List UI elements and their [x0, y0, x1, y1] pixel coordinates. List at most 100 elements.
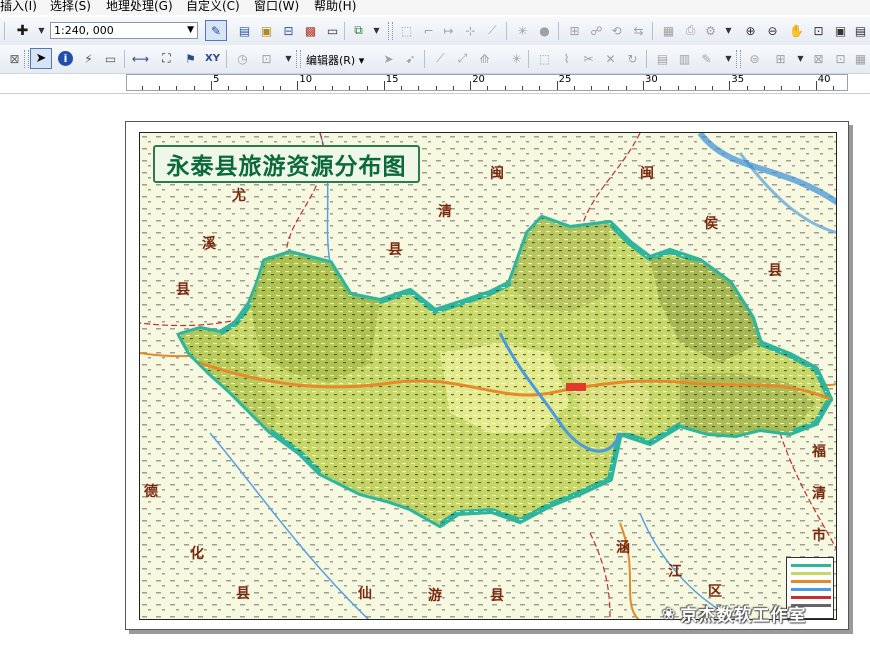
region-label: 侯: [704, 216, 718, 232]
ruler-tick: [401, 86, 403, 90]
split-tool-icon[interactable]: ✕: [602, 50, 619, 67]
chevron-down-icon[interactable]: ▼: [792, 50, 809, 67]
menu-insert[interactable]: 插入(I): [0, 0, 37, 14]
watermark-text: 京杰数软工作室: [680, 606, 807, 626]
edit-tool-icon[interactable]: ➤: [380, 50, 397, 67]
find-binoculars-icon[interactable]: ⛶: [158, 50, 175, 67]
chevron-down-icon[interactable]: ▼: [280, 50, 297, 67]
menu-help[interactable]: 帮助(H): [314, 0, 356, 14]
menu-window[interactable]: 窗口(W): [254, 0, 299, 14]
group-icon[interactable]: ▦: [852, 50, 869, 67]
rotate-tool-icon[interactable]: ↻: [624, 50, 641, 67]
move-vertex-icon[interactable]: ↦: [440, 22, 457, 39]
map-scale-combo[interactable]: 1:240, 000 ▼: [50, 22, 198, 39]
pan-page-icon[interactable]: ✋: [788, 22, 805, 39]
zoom-in-page-icon[interactable]: ⊕: [742, 22, 759, 39]
distribute-icon[interactable]: ⊡: [832, 50, 849, 67]
region-label: 县: [388, 242, 402, 258]
snap-icon[interactable]: ✳: [514, 22, 531, 39]
layout-tool-icon[interactable]: ⊞: [772, 50, 789, 67]
ruler-tick: [763, 86, 765, 90]
standard-toolbar: ✚ ▼ 1:240, 000 ▼ ✎ ▤ ▣ ⊟ ▩ ▭ ⧉ ▼ ⬚ ⌐ ↦ ⊹…: [0, 17, 870, 46]
legend-item: [791, 588, 831, 591]
ruler-label: 35: [731, 74, 745, 85]
watermark: ❀ 京杰数软工作室: [662, 601, 806, 626]
flip-icon[interactable]: ⇆: [630, 22, 647, 39]
legend-item: [791, 564, 831, 567]
split-icon[interactable]: ⊹: [462, 22, 479, 39]
ruler-tick: [487, 86, 489, 90]
chevron-down-icon[interactable]: ▼: [368, 22, 385, 39]
add-data-icon[interactable]: ✚: [14, 22, 31, 39]
search-window-icon[interactable]: ⊟: [280, 22, 297, 39]
identify-icon[interactable]: i: [58, 51, 73, 66]
clear-selection-icon[interactable]: ⊠: [6, 50, 23, 67]
point-icon[interactable]: ✳: [508, 50, 525, 67]
toolbar-handle[interactable]: [736, 50, 741, 68]
globe-icon[interactable]: ●: [536, 22, 553, 39]
map-title[interactable]: 永泰县旅游资源分布图: [153, 145, 420, 183]
goto-xy-icon[interactable]: XY: [204, 50, 221, 67]
chevron-down-icon[interactable]: ▼: [187, 23, 194, 38]
reshape-feature-icon[interactable]: ⌇: [558, 50, 575, 67]
rotate-icon[interactable]: ⟲: [608, 22, 625, 39]
chevron-down-icon[interactable]: ▼: [720, 50, 737, 67]
edit-vertices-icon[interactable]: ⬚: [536, 50, 553, 67]
menu-customize[interactable]: 自定义(C): [186, 0, 240, 14]
horizontal-ruler[interactable]: 5 10 15 20 25 30 35 40: [126, 74, 848, 91]
ruler-tick: [193, 86, 195, 90]
model-builder-icon[interactable]: ⧉: [350, 22, 367, 39]
trace-icon[interactable]: ⟰: [476, 50, 493, 67]
time-slider-icon[interactable]: ◷: [234, 50, 251, 67]
html-popup-icon[interactable]: ▭: [102, 50, 119, 67]
edit-georef-icon[interactable]: ⊜: [746, 50, 763, 67]
sketch-properties-icon[interactable]: ▥: [676, 50, 693, 67]
table-icon[interactable]: ▦: [660, 22, 677, 39]
full-page-icon[interactable]: ▤: [852, 22, 869, 39]
ruler-tick: [418, 86, 420, 90]
reshape-icon[interactable]: ⟋: [484, 22, 501, 39]
topology-icon[interactable]: ⌐: [420, 22, 437, 39]
ruler-tick: [262, 86, 264, 90]
find-route-icon[interactable]: ⚑: [182, 50, 199, 67]
table-window-icon[interactable]: ▤: [236, 22, 253, 39]
toolbar-separator: [652, 22, 653, 40]
hyperlink-icon[interactable]: ⚡: [80, 50, 97, 67]
add-data-dropdown-icon[interactable]: ▼: [33, 22, 50, 39]
select-features-icon[interactable]: ⬚: [398, 22, 415, 39]
georef-icon[interactable]: ⊞: [566, 22, 583, 39]
fixed-zoom-icon[interactable]: ⊡: [810, 22, 827, 39]
toolbar-handle[interactable]: [388, 22, 393, 40]
print-icon[interactable]: ⎙: [682, 22, 699, 39]
toolbar-separator: [528, 50, 529, 68]
ruler-tick: [297, 81, 299, 90]
zoom-100-icon[interactable]: ▣: [832, 22, 849, 39]
chevron-down-icon[interactable]: ▼: [720, 22, 737, 39]
toolbox-icon[interactable]: ▩: [302, 22, 319, 39]
catalog-icon[interactable]: ▣: [258, 22, 275, 39]
edit-annotation-icon[interactable]: ➹: [402, 50, 419, 67]
pencil-line-icon: ✎: [210, 23, 222, 38]
create-features-icon[interactable]: ✎: [698, 50, 715, 67]
menu-geoprocessing[interactable]: 地理处理(G): [106, 0, 173, 14]
cut-polygons-icon[interactable]: ✂: [580, 50, 597, 67]
data-frame[interactable]: 尤 溪 县 闽 清 县 闽 侯 县 福 清 市 德 化 县 仙 游 县 涵 江 …: [139, 132, 837, 620]
ruler-label: 5: [213, 74, 220, 85]
attributes-icon[interactable]: ▤: [654, 50, 671, 67]
align-icon[interactable]: ⊠: [810, 50, 827, 67]
python-window-icon[interactable]: ▭: [324, 22, 341, 39]
select-elements-button[interactable]: ➤: [30, 48, 52, 69]
toolbar-handle[interactable]: [296, 50, 301, 68]
end-point-arc-icon[interactable]: ⤢: [454, 50, 471, 67]
editor-menu[interactable]: 编辑器(R) ▾: [306, 52, 364, 68]
link-icon[interactable]: ☍: [588, 22, 605, 39]
editor-toolbar-button[interactable]: ✎: [205, 20, 227, 41]
straight-segment-icon[interactable]: ⟋: [432, 50, 449, 67]
create-viewer-icon[interactable]: ⊡: [258, 50, 275, 67]
menu-select[interactable]: 选择(S): [50, 0, 91, 14]
toolbar-handle[interactable]: [24, 50, 29, 68]
settings-icon[interactable]: ⚙: [702, 22, 719, 39]
zoom-out-page-icon[interactable]: ⊖: [764, 22, 781, 39]
measure-icon[interactable]: ⟷: [132, 50, 149, 67]
menu-bar: 插入(I) 选择(S) 地理处理(G) 自定义(C) 窗口(W) 帮助(H): [0, 0, 870, 15]
